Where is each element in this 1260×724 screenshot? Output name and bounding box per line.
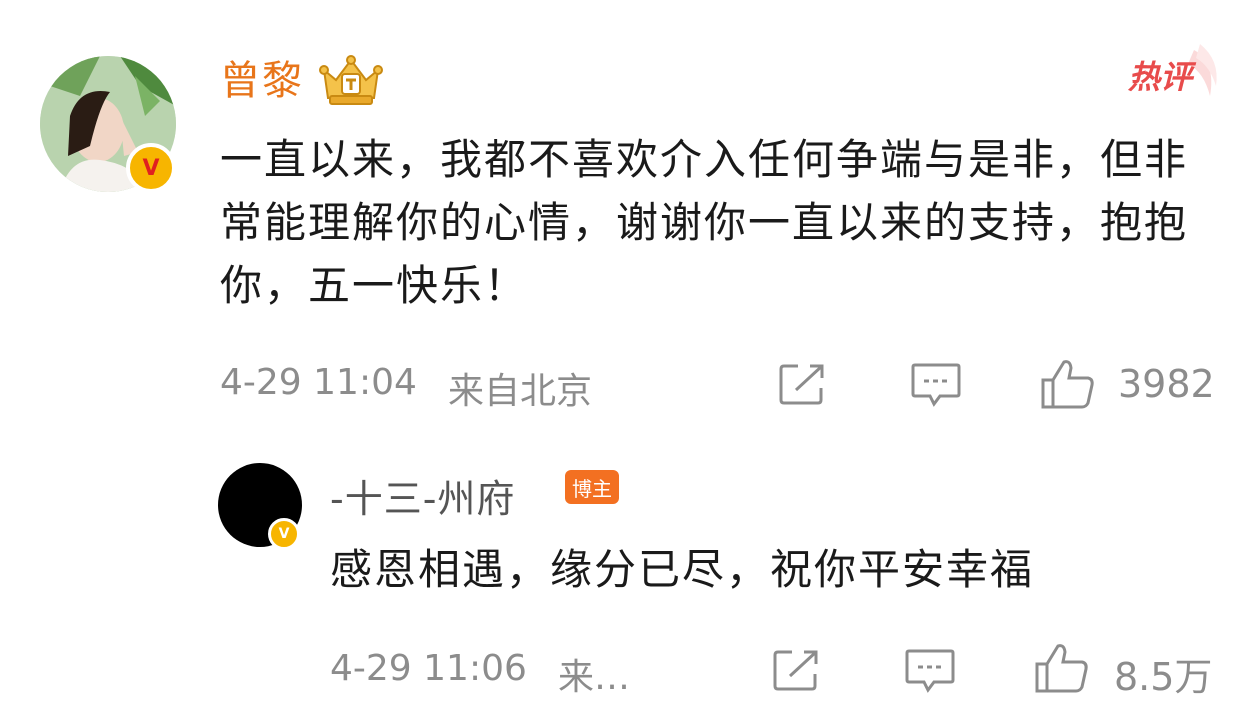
verified-badge: V <box>268 518 300 550</box>
like-icon[interactable] <box>1034 642 1090 694</box>
reply-location: 来… <box>558 657 631 698</box>
hot-label: 热评 <box>1127 59 1197 95</box>
blogger-badge: 博主 <box>565 470 619 504</box>
crown-icon <box>319 55 383 105</box>
hot-comment-icon: 热评 <box>1124 42 1224 102</box>
share-icon[interactable] <box>778 362 828 406</box>
comment-icon[interactable] <box>910 362 962 408</box>
share-icon[interactable] <box>772 648 822 692</box>
comment-location: 来自北京 <box>448 371 593 412</box>
comment-time: 4-29 11:04 <box>220 362 417 403</box>
verified-badge: V <box>126 143 176 193</box>
commenter-name[interactable]: 曾黎 <box>220 56 304 106</box>
comment-icon[interactable] <box>904 648 956 694</box>
comment-text: 一直以来，我都不喜欢介入任何争端与是非，但非常能理解你的心情，谢谢你一直以来的支… <box>220 135 1189 310</box>
reply-author-name[interactable]: -十三-州府 <box>330 468 515 523</box>
comment-thread: V 曾黎 热评 一直以来，我都不喜欢介入任何争端与是非，但非常能理解你的心情，谢… <box>0 0 1260 724</box>
like-count: 3982 <box>1118 362 1215 406</box>
reply-time: 4-29 11:06 <box>330 648 527 689</box>
like-count: 8.5万 <box>1114 655 1213 699</box>
like-icon[interactable] <box>1040 358 1096 410</box>
reply-text: 感恩相遇，缘分已尽，祝你平安幸福 <box>330 545 1035 594</box>
